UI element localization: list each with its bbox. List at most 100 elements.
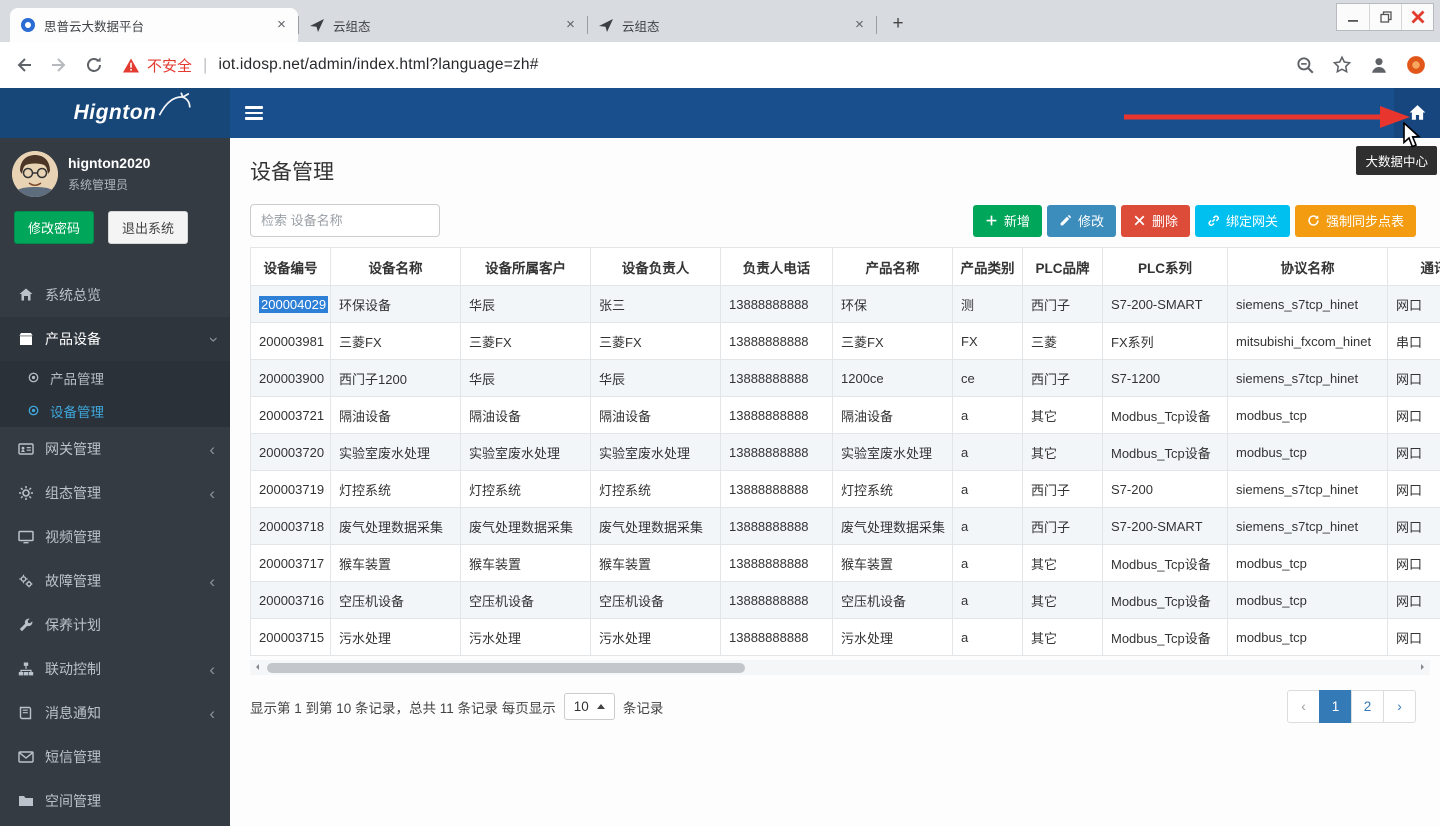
search-input[interactable] bbox=[250, 204, 440, 237]
table-cell[interactable]: modbus_tcp bbox=[1228, 434, 1388, 471]
table-row[interactable]: 200003718废气处理数据采集废气处理数据采集废气处理数据采集1388888… bbox=[251, 508, 1440, 545]
table-cell[interactable]: 实验室废水处理 bbox=[591, 434, 721, 471]
table-cell[interactable]: 华辰 bbox=[461, 286, 591, 323]
table-cell[interactable]: a bbox=[953, 508, 1023, 545]
sidebar-item[interactable]: 保养计划 bbox=[0, 603, 230, 647]
change-password-button[interactable]: 修改密码 bbox=[14, 211, 94, 244]
table-cell[interactable]: Modbus_Tcp设备 bbox=[1103, 619, 1228, 656]
sidebar-item[interactable]: 组态管理‹ bbox=[0, 471, 230, 515]
table-cell[interactable]: 1200ce bbox=[833, 360, 953, 397]
table-cell[interactable]: 西门子 bbox=[1023, 360, 1103, 397]
logout-button[interactable]: 退出系统 bbox=[108, 211, 188, 244]
column-header[interactable]: 设备所属客户 bbox=[461, 248, 591, 286]
table-cell[interactable]: S7-200-SMART bbox=[1103, 508, 1228, 545]
browser-tab-1[interactable]: 思普云大数据平台 × bbox=[10, 8, 298, 42]
sidebar-item[interactable]: 视频管理 bbox=[0, 515, 230, 559]
column-header[interactable]: 设备编号 bbox=[251, 248, 331, 286]
table-cell[interactable]: 13888888888 bbox=[721, 471, 833, 508]
sidebar-item[interactable]: 系统总览 bbox=[0, 273, 230, 317]
table-cell[interactable]: Modbus_Tcp设备 bbox=[1103, 545, 1228, 582]
table-cell[interactable]: siemens_s7tcp_hinet bbox=[1228, 471, 1388, 508]
table-cell[interactable]: 其它 bbox=[1023, 545, 1103, 582]
forward-icon[interactable] bbox=[49, 55, 69, 75]
table-cell[interactable]: 猴车装置 bbox=[833, 545, 953, 582]
table-cell[interactable]: 环保 bbox=[833, 286, 953, 323]
table-cell[interactable]: siemens_s7tcp_hinet bbox=[1228, 286, 1388, 323]
table-row[interactable]: 200003721隔油设备隔油设备隔油设备13888888888隔油设备a其它M… bbox=[251, 397, 1440, 434]
table-cell[interactable]: 13888888888 bbox=[721, 619, 833, 656]
table-cell[interactable]: 三菱FX bbox=[461, 323, 591, 360]
table-cell[interactable]: 三菱FX bbox=[833, 323, 953, 360]
table-cell[interactable]: 猴车装置 bbox=[331, 545, 461, 582]
column-header[interactable]: 设备名称 bbox=[331, 248, 461, 286]
table-cell[interactable]: 污水处理 bbox=[461, 619, 591, 656]
menu-toggle-button[interactable] bbox=[245, 103, 263, 123]
table-cell[interactable]: a bbox=[953, 582, 1023, 619]
table-cell[interactable]: 200003718 bbox=[251, 508, 331, 545]
table-cell[interactable]: 西门子 bbox=[1023, 508, 1103, 545]
table-cell[interactable]: 三菱 bbox=[1023, 323, 1103, 360]
table-cell[interactable]: 隔油设备 bbox=[461, 397, 591, 434]
table-cell[interactable]: 200003720 bbox=[251, 434, 331, 471]
sidebar-item[interactable]: 短信管理 bbox=[0, 735, 230, 779]
table-row[interactable]: 200003715污水处理污水处理污水处理13888888888污水处理a其它M… bbox=[251, 619, 1440, 656]
table-cell[interactable]: modbus_tcp bbox=[1228, 545, 1388, 582]
table-cell[interactable]: 其它 bbox=[1023, 397, 1103, 434]
table-cell[interactable]: 200003719 bbox=[251, 471, 331, 508]
table-cell[interactable]: a bbox=[953, 545, 1023, 582]
page-size-dropdown[interactable]: 10 bbox=[564, 693, 615, 720]
table-cell[interactable]: 西门子 bbox=[1023, 471, 1103, 508]
sidebar-item[interactable]: 消息通知‹ bbox=[0, 691, 230, 735]
table-cell[interactable]: FX系列 bbox=[1103, 323, 1228, 360]
table-cell[interactable]: 13888888888 bbox=[721, 286, 833, 323]
table-cell[interactable]: Modbus_Tcp设备 bbox=[1103, 434, 1228, 471]
table-cell[interactable]: 200003715 bbox=[251, 619, 331, 656]
tab-close-icon[interactable]: × bbox=[851, 17, 868, 34]
prev-page-button[interactable]: ‹ bbox=[1287, 690, 1320, 723]
table-cell[interactable]: siemens_s7tcp_hinet bbox=[1228, 508, 1388, 545]
table-row[interactable]: 200003720实验室废水处理实验室废水处理实验室废水处理1388888888… bbox=[251, 434, 1440, 471]
table-cell[interactable]: a bbox=[953, 434, 1023, 471]
home-button[interactable] bbox=[1394, 88, 1440, 138]
table-cell[interactable]: 网口 bbox=[1388, 471, 1440, 508]
url-text[interactable]: iot.idosp.net/admin/index.html?language=… bbox=[218, 56, 538, 74]
table-cell[interactable]: 实验室废水处理 bbox=[833, 434, 953, 471]
security-badge[interactable]: 不安全 bbox=[147, 55, 192, 76]
sidebar-subitem[interactable]: 设备管理 bbox=[0, 394, 230, 427]
table-cell[interactable]: 13888888888 bbox=[721, 323, 833, 360]
table-cell[interactable]: a bbox=[953, 471, 1023, 508]
table-cell[interactable]: 网口 bbox=[1388, 619, 1440, 656]
table-cell[interactable]: 空压机设备 bbox=[331, 582, 461, 619]
address-bar[interactable]: 不安全 | iot.idosp.net/admin/index.html?lan… bbox=[123, 55, 1280, 76]
next-page-button[interactable]: › bbox=[1383, 690, 1416, 723]
table-cell[interactable]: 其它 bbox=[1023, 582, 1103, 619]
table-cell[interactable]: 实验室废水处理 bbox=[461, 434, 591, 471]
sidebar-item[interactable]: 联动控制‹ bbox=[0, 647, 230, 691]
table-cell[interactable]: 200003721 bbox=[251, 397, 331, 434]
page-button[interactable]: 2 bbox=[1351, 690, 1384, 723]
table-cell[interactable]: a bbox=[953, 619, 1023, 656]
column-header[interactable]: 产品类别 bbox=[953, 248, 1023, 286]
table-cell[interactable]: 200003717 bbox=[251, 545, 331, 582]
table-cell[interactable]: modbus_tcp bbox=[1228, 582, 1388, 619]
table-cell[interactable]: 三菱FX bbox=[591, 323, 721, 360]
force-sync-button[interactable]: 强制同步点表 bbox=[1295, 205, 1416, 237]
table-cell[interactable]: 网口 bbox=[1388, 286, 1440, 323]
table-cell[interactable]: Modbus_Tcp设备 bbox=[1103, 582, 1228, 619]
table-cell[interactable]: 空压机设备 bbox=[591, 582, 721, 619]
table-cell[interactable]: 实验室废水处理 bbox=[331, 434, 461, 471]
table-cell[interactable]: 三菱FX bbox=[331, 323, 461, 360]
table-cell[interactable]: S7-1200 bbox=[1103, 360, 1228, 397]
page-button[interactable]: 1 bbox=[1319, 690, 1352, 723]
table-cell[interactable]: 灯控系统 bbox=[591, 471, 721, 508]
table-cell[interactable]: 废气处理数据采集 bbox=[331, 508, 461, 545]
column-header[interactable]: PLC系列 bbox=[1103, 248, 1228, 286]
table-cell[interactable]: 13888888888 bbox=[721, 434, 833, 471]
table-row[interactable]: 200003716空压机设备空压机设备空压机设备13888888888空压机设备… bbox=[251, 582, 1440, 619]
column-header[interactable]: 通讯方式 bbox=[1388, 248, 1440, 286]
sidebar-item[interactable]: 空间管理 bbox=[0, 779, 230, 823]
table-cell[interactable]: 废气处理数据采集 bbox=[591, 508, 721, 545]
table-cell[interactable]: 华辰 bbox=[591, 360, 721, 397]
table-cell[interactable]: 污水处理 bbox=[331, 619, 461, 656]
restore-button[interactable] bbox=[1369, 4, 1401, 30]
